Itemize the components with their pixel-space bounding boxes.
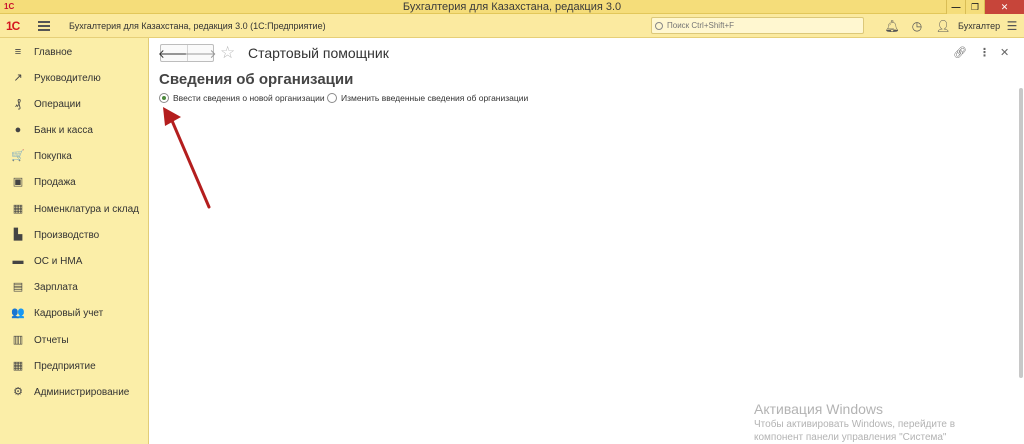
sidebar-item-label: Номенклатура и склад <box>34 203 139 215</box>
bag-icon: ▣ <box>12 176 24 188</box>
forward-button[interactable]: 🡒 <box>184 45 217 61</box>
windows-activation-watermark: Активация Windows Чтобы активировать Win… <box>754 401 955 444</box>
sidebar-item-label: Производство <box>34 229 100 241</box>
watermark-title: Активация Windows <box>754 401 884 417</box>
radio-label-edit-organization[interactable]: Изменить введенные сведения об организац… <box>341 93 528 103</box>
sidebar-item-label: Зарплата <box>34 281 78 293</box>
link-icon[interactable]: 🔗︎ <box>953 46 967 59</box>
page-title: Стартовый помощник <box>248 45 389 61</box>
sidebar-item-label: Администрирование <box>34 386 130 398</box>
sidebar-item-management[interactable]: ↗ Руководителю <box>0 65 149 91</box>
annotation-arrow-shaft <box>168 114 211 209</box>
scrollbar[interactable] <box>1018 38 1024 444</box>
favorite-star-icon[interactable]: ☆ <box>220 43 235 63</box>
sidebar-item-purchases[interactable]: 🛒 Покупка <box>0 143 149 169</box>
settings-menu-icon[interactable]: ☰ <box>1004 18 1020 34</box>
brand: 1С <box>6 17 50 35</box>
sidebar-item-label: ОС и НМА <box>34 255 83 267</box>
user-name[interactable]: Бухгалтер <box>958 14 1000 38</box>
window-controls: — ❐ ✕ <box>946 0 1024 14</box>
truck-icon: ▬ <box>12 255 24 267</box>
scrollbar-thumb[interactable] <box>1019 88 1023 378</box>
history-navigation: 🡐 🡒 <box>158 44 217 62</box>
sidebar-item-label: Отчеты <box>34 334 69 346</box>
sidebar-item-assets[interactable]: ▬ ОС и НМА <box>0 248 149 274</box>
warehouse-icon: ▦ <box>12 203 24 215</box>
section-title: Сведения об организации <box>159 71 354 88</box>
sidebar-item-label: Операции <box>34 98 81 110</box>
sidebar-item-enterprise[interactable]: ▦ Предприятие <box>0 353 149 379</box>
option-edit-organization[interactable]: Изменить введенные сведения об организац… <box>327 93 528 103</box>
app-title: Бухгалтерия для Казахстана, редакция 3.0… <box>69 21 326 31</box>
sidebar-item-salary[interactable]: ▤ Зарплата <box>0 274 149 300</box>
sidebar-item-label: Главное <box>34 46 73 58</box>
sidebar-item-administration[interactable]: ⚙ Администрирование <box>0 379 149 405</box>
search-input[interactable] <box>667 21 847 30</box>
list-icon: ≡ <box>14 46 22 58</box>
sidebar-item-operations[interactable]: ₰ Операции <box>0 91 149 117</box>
sidebar-item-label: Руководителю <box>34 72 101 84</box>
app-header: 1С Бухгалтерия для Казахстана, редакция … <box>0 14 1024 38</box>
minimize-button[interactable]: — <box>946 0 965 14</box>
sidebar-item-label: Покупка <box>34 150 72 162</box>
bell-icon[interactable]: 🔔︎ <box>884 18 900 34</box>
trend-icon: ↗ <box>13 72 23 84</box>
cart-icon: 🛒 <box>11 150 25 162</box>
sidebar-item-warehouse[interactable]: ▦ Номенклатура и склад <box>0 196 149 222</box>
chart-icon: ▥ <box>12 334 24 346</box>
sidebar-item-production[interactable]: ▙ Производство <box>0 222 149 248</box>
restore-button[interactable]: ❐ <box>965 0 984 14</box>
sidebar-item-reports[interactable]: ▥ Отчеты <box>0 327 149 353</box>
annotation-arrow <box>163 107 211 209</box>
back-button[interactable]: 🡐 <box>158 45 190 61</box>
coin-icon: ● <box>14 124 22 136</box>
search-box[interactable] <box>651 17 864 34</box>
factory-icon: ▙ <box>13 229 23 241</box>
search-icon <box>655 21 663 30</box>
sidebar-item-label: Предприятие <box>34 360 96 372</box>
building-icon: ▦ <box>12 360 24 372</box>
sidebar-item-main[interactable]: ≡ Главное <box>0 39 149 65</box>
watermark-line: компонент панели управления "Система" <box>754 432 947 443</box>
radio-edit-organization[interactable] <box>327 93 337 103</box>
history-icon[interactable]: ◷ <box>909 18 925 34</box>
sidebar-item-sales[interactable]: ▣ Продажа <box>0 169 149 195</box>
close-tab-icon[interactable]: ✕ <box>1000 46 1009 59</box>
sidebar-item-hr[interactable]: 👥 Кадровый учет <box>0 300 149 326</box>
people-icon: 👥 <box>11 307 25 319</box>
salary-icon: ▤ <box>12 281 24 293</box>
sidebar-item-label: Продажа <box>34 176 76 188</box>
watermark-line: Чтобы активировать Windows, перейдите в <box>754 419 956 430</box>
main-menu-icon[interactable] <box>38 21 50 31</box>
app-logo: 1С <box>6 19 20 33</box>
user-icon[interactable]: 👤︎ <box>935 18 951 34</box>
more-actions-icon[interactable]: ⋮ <box>979 46 990 59</box>
sidebar-item-bank[interactable]: ● Банк и касса <box>0 117 149 143</box>
window-titlebar: 1C Бухгалтерия для Казахстана, редакция … <box>0 0 1024 14</box>
operations-icon: ₰ <box>15 98 21 110</box>
gear-icon: ⚙ <box>13 386 23 398</box>
window-title: Бухгалтерия для Казахстана, редакция 3.0 <box>402 1 622 13</box>
close-window-button[interactable]: ✕ <box>984 0 1024 14</box>
sidebar-item-label: Банк и касса <box>34 124 93 136</box>
sidebar-item-label: Кадровый учет <box>34 307 104 319</box>
